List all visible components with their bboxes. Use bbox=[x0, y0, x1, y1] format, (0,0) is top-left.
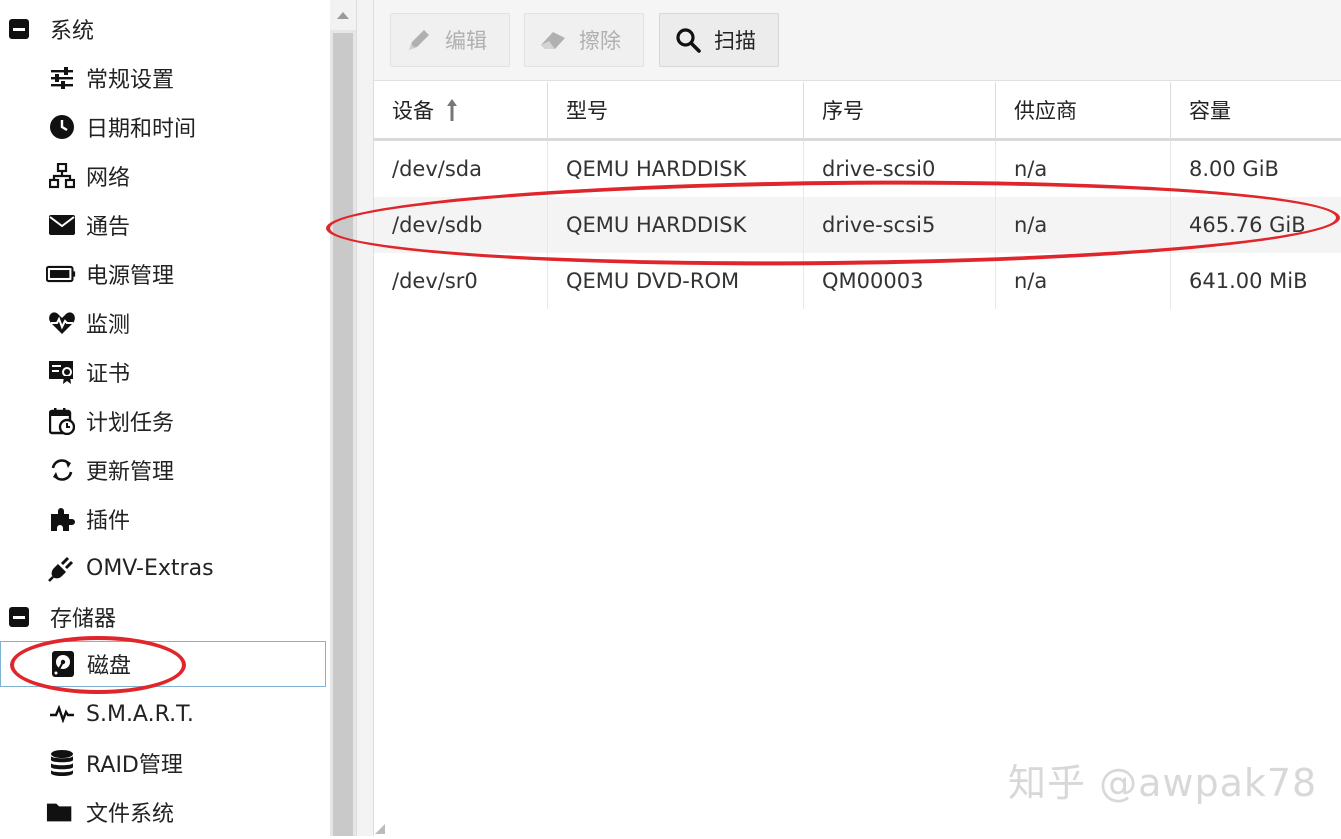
cell-capacity: 8.00 GiB bbox=[1189, 157, 1279, 181]
cell-serial: drive-scsi5 bbox=[804, 197, 996, 253]
cell-model: QEMU HARDDISK bbox=[548, 141, 804, 197]
tree-group-system[interactable]: 系统 bbox=[0, 6, 326, 52]
sidebar-item-label: S.M.A.R.T. bbox=[86, 701, 194, 727]
clock-icon bbox=[47, 112, 77, 142]
disk-icon bbox=[48, 649, 78, 679]
heartbeat-icon bbox=[47, 308, 77, 338]
sidebar-item-omv-extras[interactable]: OMV-Extras bbox=[0, 545, 326, 591]
table-row[interactable]: /dev/sdb QEMU HARDDISK drive-scsi5 n/a 4… bbox=[374, 197, 1341, 253]
envelope-icon bbox=[47, 210, 77, 240]
wipe-button[interactable]: 擦除 bbox=[524, 13, 644, 67]
sidebar-item-label: 文件系统 bbox=[86, 802, 175, 827]
scrollbar-thumb[interactable] bbox=[333, 33, 353, 836]
sliders-icon bbox=[47, 63, 77, 93]
sidebar-item-label: 常规设置 bbox=[86, 68, 175, 93]
certificate-icon bbox=[47, 357, 77, 387]
database-icon bbox=[47, 748, 77, 778]
disks-panel: 编辑 擦除 扫描 设备 型号 序号 供应商 容量 /dev/sda QEMU H… bbox=[374, 0, 1341, 836]
cell-device: /dev/sdb bbox=[374, 197, 548, 253]
sidebar-item-notification[interactable]: 通告 bbox=[0, 202, 326, 248]
sidebar-item-plugins[interactable]: 插件 bbox=[0, 496, 326, 542]
panel-splitter[interactable] bbox=[356, 0, 374, 836]
sidebar-item-label: 证书 bbox=[86, 362, 131, 387]
sidebar-item-file-systems[interactable]: 文件系统 bbox=[0, 789, 326, 835]
table-row[interactable]: /dev/sr0 QEMU DVD-ROM QM00003 n/a 641.00… bbox=[374, 253, 1341, 309]
sidebar-item-label: 监测 bbox=[86, 313, 131, 338]
toolbar: 编辑 擦除 扫描 bbox=[374, 0, 1341, 81]
cell-serial: drive-scsi0 bbox=[804, 141, 996, 197]
sidebar-item-update-management[interactable]: 更新管理 bbox=[0, 447, 326, 493]
sidebar-item-raid-management[interactable]: RAID管理 bbox=[0, 740, 326, 786]
pulse-icon bbox=[47, 699, 77, 729]
scroll-corner-arrow-icon bbox=[374, 820, 394, 836]
table-row[interactable]: /dev/sda QEMU HARDDISK drive-scsi0 n/a 8… bbox=[374, 141, 1341, 197]
refresh-icon bbox=[47, 455, 77, 485]
sidebar-item-smart[interactable]: S.M.A.R.T. bbox=[0, 691, 326, 737]
sort-ascending-icon bbox=[446, 98, 458, 122]
cell-device: /dev/sda bbox=[374, 141, 548, 197]
sidebar-item-label: 更新管理 bbox=[86, 460, 175, 485]
sidebar-item-date-time[interactable]: 日期和时间 bbox=[0, 104, 326, 150]
network-icon bbox=[47, 161, 77, 191]
sidebar-item-label: 网络 bbox=[86, 166, 131, 191]
cell-model: QEMU DVD-ROM bbox=[548, 253, 804, 309]
sidebar-item-label: 磁盘 bbox=[87, 654, 132, 679]
scan-button-label: 扫描 bbox=[714, 29, 756, 53]
collapse-icon[interactable] bbox=[9, 19, 29, 39]
tree-group-storage[interactable]: 存储器 bbox=[0, 594, 326, 640]
cell-capacity: 465.76 GiB bbox=[1189, 213, 1306, 237]
cell-model: QEMU HARDDISK bbox=[548, 197, 804, 253]
edit-button[interactable]: 编辑 bbox=[390, 13, 510, 67]
scan-button[interactable]: 扫描 bbox=[659, 13, 779, 67]
disks-table: 设备 型号 序号 供应商 容量 /dev/sda QEMU HARDDISK d… bbox=[374, 82, 1341, 309]
folder-icon bbox=[46, 797, 76, 827]
pencil-icon bbox=[405, 26, 433, 54]
cell-vendor: n/a bbox=[996, 141, 1171, 197]
search-icon bbox=[674, 26, 702, 54]
sidebar-item-label: 电源管理 bbox=[86, 264, 175, 289]
sidebar-tree: 系统 常规设置 日期和时间 网络 通告 电源管理 监测 证书 计划任务 更新管理… bbox=[0, 0, 330, 836]
column-header-vendor[interactable]: 供应商 bbox=[996, 82, 1171, 138]
sidebar-item-label: RAID管理 bbox=[86, 753, 183, 778]
sidebar-item-network[interactable]: 网络 bbox=[0, 153, 326, 199]
calendar-clock-icon bbox=[47, 406, 77, 436]
sidebar-item-disks[interactable]: 磁盘 bbox=[0, 641, 326, 687]
cell-device: /dev/sr0 bbox=[374, 253, 548, 309]
sidebar-item-general-settings[interactable]: 常规设置 bbox=[0, 55, 326, 101]
table-header: 设备 型号 序号 供应商 容量 bbox=[374, 82, 1341, 141]
tree-group-label: 系统 bbox=[50, 19, 95, 44]
column-header-serial[interactable]: 序号 bbox=[804, 82, 996, 138]
sidebar-item-label: 计划任务 bbox=[86, 411, 175, 436]
cell-capacity: 641.00 MiB bbox=[1189, 269, 1308, 293]
collapse-icon[interactable] bbox=[9, 607, 29, 627]
sidebar-scrollbar[interactable] bbox=[330, 0, 356, 836]
column-header-model[interactable]: 型号 bbox=[548, 82, 804, 138]
column-header-device[interactable]: 设备 bbox=[374, 82, 548, 138]
sidebar-item-label: OMV-Extras bbox=[86, 555, 214, 581]
scroll-up-arrow-icon[interactable] bbox=[330, 0, 356, 30]
battery-icon bbox=[46, 259, 76, 289]
cell-serial: QM00003 bbox=[804, 253, 996, 309]
sidebar-item-scheduled-jobs[interactable]: 计划任务 bbox=[0, 398, 326, 444]
puzzle-icon bbox=[47, 504, 77, 534]
edit-button-label: 编辑 bbox=[445, 29, 487, 53]
sidebar-item-label: 通告 bbox=[86, 215, 131, 240]
sidebar-item-power-management[interactable]: 电源管理 bbox=[0, 251, 326, 297]
cell-vendor: n/a bbox=[996, 197, 1171, 253]
sidebar-item-certificate[interactable]: 证书 bbox=[0, 349, 326, 395]
cell-vendor: n/a bbox=[996, 253, 1171, 309]
eraser-icon bbox=[539, 26, 567, 54]
sidebar-item-label: 插件 bbox=[86, 509, 131, 534]
watermark: 知乎 @awpak78 bbox=[1008, 761, 1318, 805]
sidebar-item-label: 日期和时间 bbox=[86, 117, 197, 142]
sidebar-item-monitoring[interactable]: 监测 bbox=[0, 300, 326, 346]
wipe-button-label: 擦除 bbox=[579, 29, 621, 53]
plug-icon bbox=[47, 553, 77, 583]
tree-group-label: 存储器 bbox=[50, 607, 117, 632]
column-header-capacity[interactable]: 容量 bbox=[1171, 82, 1341, 138]
